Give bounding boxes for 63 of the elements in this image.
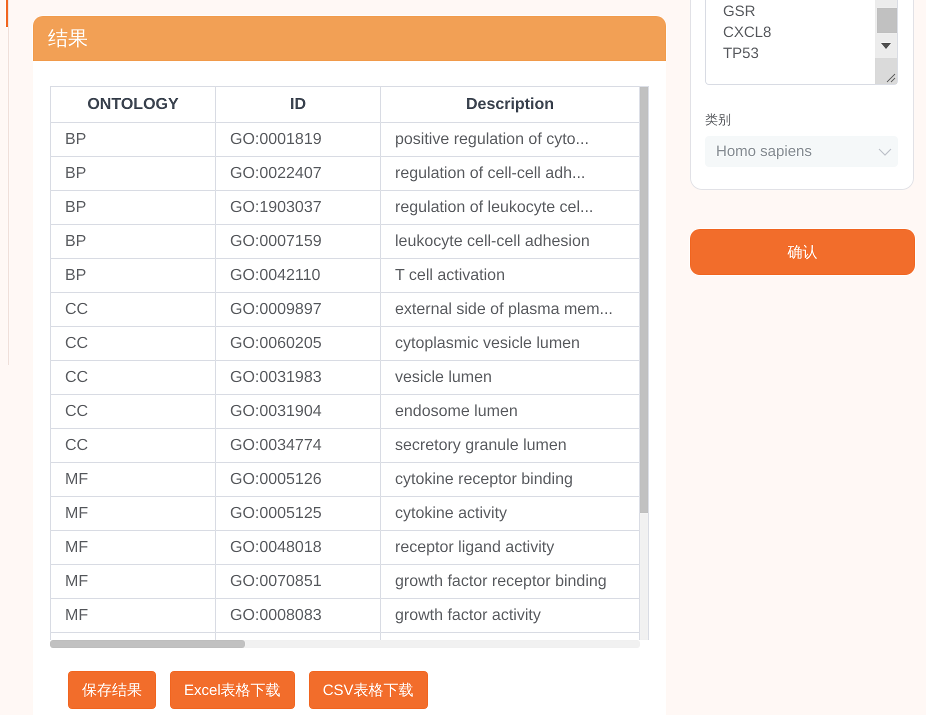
table-cell: BP [51, 258, 216, 292]
table-cell: MF [51, 462, 216, 496]
table-cell: receptor ligand activity [380, 530, 640, 564]
table-cell: GO:0031983 [216, 360, 380, 394]
table-cell: CC [51, 394, 216, 428]
table-cell: GO:1903037 [216, 190, 380, 224]
table-cell: MF [51, 530, 216, 564]
download-button[interactable]: CSV表格下载 [308, 671, 428, 709]
table-cell: CC [51, 360, 216, 394]
table-cell: positive regulation of cyto... [380, 122, 640, 156]
table-cell: MF [51, 496, 216, 530]
table-cell: CC [51, 326, 216, 360]
table-cell: GO:0022407 [216, 156, 380, 190]
table-cell: leukocyte cell-cell adhesion [380, 224, 640, 258]
table-cell: vesicle lumen [380, 360, 640, 394]
download-button[interactable]: Excel表格下载 [170, 671, 295, 709]
table-cell: GO:0008083 [216, 598, 380, 632]
column-header: Description [380, 87, 640, 122]
table-cell: BP [51, 190, 216, 224]
table-cell: GO:0005125 [216, 496, 380, 530]
table-cell: BP [51, 122, 216, 156]
table-cell: endosome lumen [380, 394, 640, 428]
table-cell: external side of plasma mem... [380, 292, 640, 326]
category-select[interactable]: Homo sapiens [705, 136, 898, 167]
table-cell: regulation of leukocyte cel... [380, 190, 640, 224]
table-cell: GO:0060205 [216, 326, 380, 360]
gene-entry: CXCL8 [723, 23, 772, 43]
table-cell: secretory granule lumen [380, 428, 640, 462]
table-cell: cytoplasmic vesicle lumen [380, 326, 640, 360]
horizontal-scrollbar[interactable] [50, 640, 640, 648]
panel-title: 结果 [48, 27, 88, 52]
table-cell: growth factor receptor binding [380, 564, 640, 598]
table-cell: GO:0009897 [216, 292, 380, 326]
table-cell: cytokine activity [380, 496, 640, 530]
table-cell: CC [51, 428, 216, 462]
gene-list-field[interactable]: GSR CXCL8 TP53 [705, 0, 898, 85]
table-cell: BP [51, 156, 216, 190]
table-cell: GO:0070851 [216, 564, 380, 598]
category-label: 类别 [705, 111, 732, 129]
table-cell: GO:0042110 [216, 258, 380, 292]
download-button[interactable]: 保存结果 [68, 671, 156, 709]
chevron-down-icon [878, 148, 892, 156]
table-cell: GO:0034774 [216, 428, 380, 462]
vertical-scrollbar[interactable] [640, 87, 648, 640]
table-cell: GO:0031904 [216, 394, 380, 428]
table-cell: BP [51, 224, 216, 258]
table-cell: regulation of cell-cell adh... [380, 156, 640, 190]
table-cell: MF [51, 598, 216, 632]
table-cell: T cell activation [380, 258, 640, 292]
table-cell: CC [51, 292, 216, 326]
table-cell: GO:0001819 [216, 122, 380, 156]
gene-entry: TP53 [723, 44, 760, 64]
column-header: ID [216, 87, 380, 122]
table-cell: cytokine receptor binding [380, 462, 640, 496]
table-cell: GO:0007159 [216, 224, 380, 258]
column-header: ONTOLOGY [51, 87, 216, 122]
table-cell: GO:0048018 [216, 530, 380, 564]
table-cell: GO:0005126 [216, 462, 380, 496]
gene-entry: GSR [723, 2, 757, 22]
confirm-button[interactable]: 确认 [690, 229, 915, 275]
table-cell: growth factor activity [380, 598, 640, 632]
scrollbar-drawing[interactable] [875, 0, 897, 84]
table-cell: MF [51, 564, 216, 598]
